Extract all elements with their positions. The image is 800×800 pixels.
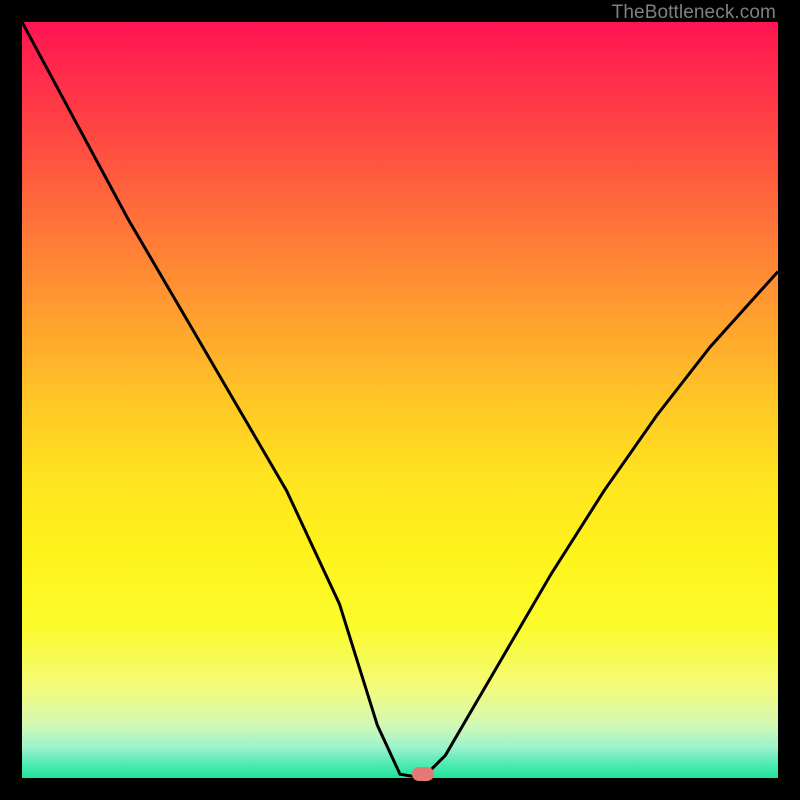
watermark-text: TheBottleneck.com: [612, 2, 776, 24]
plot-area: [22, 22, 778, 778]
minimum-marker: [412, 767, 434, 781]
bottleneck-curve: [22, 22, 778, 778]
chart-frame: TheBottleneck.com: [0, 0, 800, 800]
